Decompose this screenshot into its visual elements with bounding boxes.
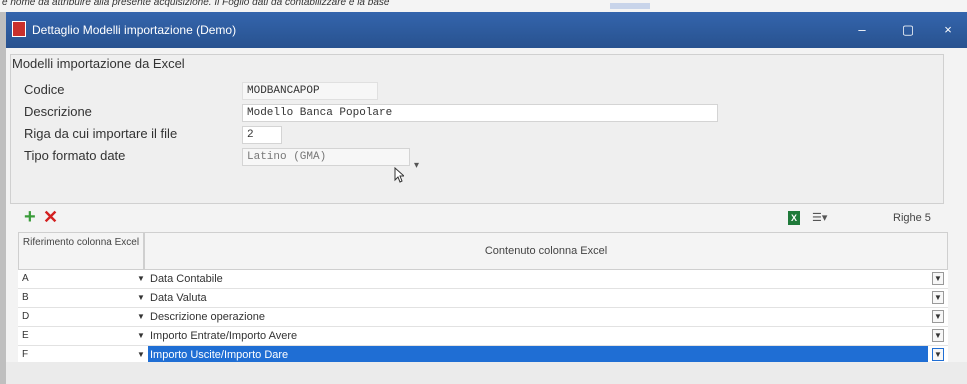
ref-cell[interactable]: B <box>18 289 136 307</box>
menu-icon[interactable]: ☰▾ <box>812 211 827 224</box>
add-row-icon[interactable]: + <box>24 207 36 227</box>
content-cell[interactable]: Descrizione operazione <box>150 308 930 326</box>
codice-field[interactable]: MODBANCAPOP <box>242 82 378 100</box>
column-header-ref[interactable]: Riferimento colonna Excel <box>18 232 144 270</box>
window-title: Dettaglio Modelli importazione (Demo) <box>32 23 237 37</box>
riga-field[interactable]: 2 <box>242 126 282 144</box>
tipo-formato-select[interactable]: Latino (GMA) <box>242 148 410 166</box>
app-icon <box>12 21 26 37</box>
chevron-down-icon[interactable]: ▼ <box>136 292 146 304</box>
tipo-formato-label: Tipo formato date <box>24 148 126 163</box>
background-window-strip: e nome da attribuire alla presente acqui… <box>0 0 967 12</box>
ref-cell[interactable]: A <box>18 270 136 288</box>
riga-label: Riga da cui importare il file <box>24 126 178 141</box>
descrizione-label: Descrizione <box>24 104 92 119</box>
chevron-down-icon[interactable]: ▼ <box>932 272 944 285</box>
codice-label: Codice <box>24 82 65 97</box>
chevron-down-icon[interactable]: ▾ <box>414 160 419 171</box>
excel-icon[interactable]: X <box>788 211 800 225</box>
chevron-down-icon[interactable]: ▼ <box>136 311 146 323</box>
chevron-down-icon[interactable]: ▼ <box>136 273 146 285</box>
chevron-down-icon[interactable]: ▼ <box>932 329 944 342</box>
delete-row-icon[interactable]: ✕ <box>43 207 58 227</box>
maximize-button[interactable]: ▢ <box>894 18 922 42</box>
mouse-cursor-icon <box>394 167 404 183</box>
footer-area <box>6 362 967 384</box>
chevron-down-icon[interactable]: ▼ <box>932 348 944 361</box>
table-row[interactable]: E ▼ Importo Entrate/Importo Avere ▼ <box>18 327 948 346</box>
chevron-down-icon[interactable]: ▼ <box>136 349 146 361</box>
minimize-button[interactable]: – <box>848 18 876 42</box>
form-header: Modelli importazione da Excel <box>12 56 185 71</box>
background-highlight <box>610 3 650 9</box>
chevron-down-icon[interactable]: ▼ <box>932 310 944 323</box>
ref-cell[interactable]: E <box>18 327 136 345</box>
background-text: e nome da attribuire alla presente acqui… <box>2 0 390 8</box>
chevron-down-icon[interactable]: ▼ <box>932 291 944 304</box>
descrizione-field[interactable]: Modello Banca Popolare <box>242 104 718 122</box>
chevron-down-icon[interactable]: ▼ <box>136 330 146 342</box>
table-row[interactable]: A ▼ Data Contabile ▼ <box>18 270 948 289</box>
title-bar[interactable]: Dettaglio Modelli importazione (Demo) – … <box>6 12 967 48</box>
content-cell[interactable]: Importo Entrate/Importo Avere <box>150 327 930 345</box>
detail-window: Dettaglio Modelli importazione (Demo) – … <box>6 12 967 384</box>
column-header-content[interactable]: Contenuto colonna Excel <box>144 232 948 270</box>
content-cell[interactable]: Data Contabile <box>150 270 930 288</box>
close-button[interactable]: × <box>934 18 962 42</box>
content-cell[interactable]: Data Valuta <box>150 289 930 307</box>
ref-cell[interactable]: D <box>18 308 136 326</box>
table-row[interactable]: B ▼ Data Valuta ▼ <box>18 289 948 308</box>
table-row[interactable]: D ▼ Descrizione operazione ▼ <box>18 308 948 327</box>
rows-count: Righe 5 <box>893 212 931 224</box>
